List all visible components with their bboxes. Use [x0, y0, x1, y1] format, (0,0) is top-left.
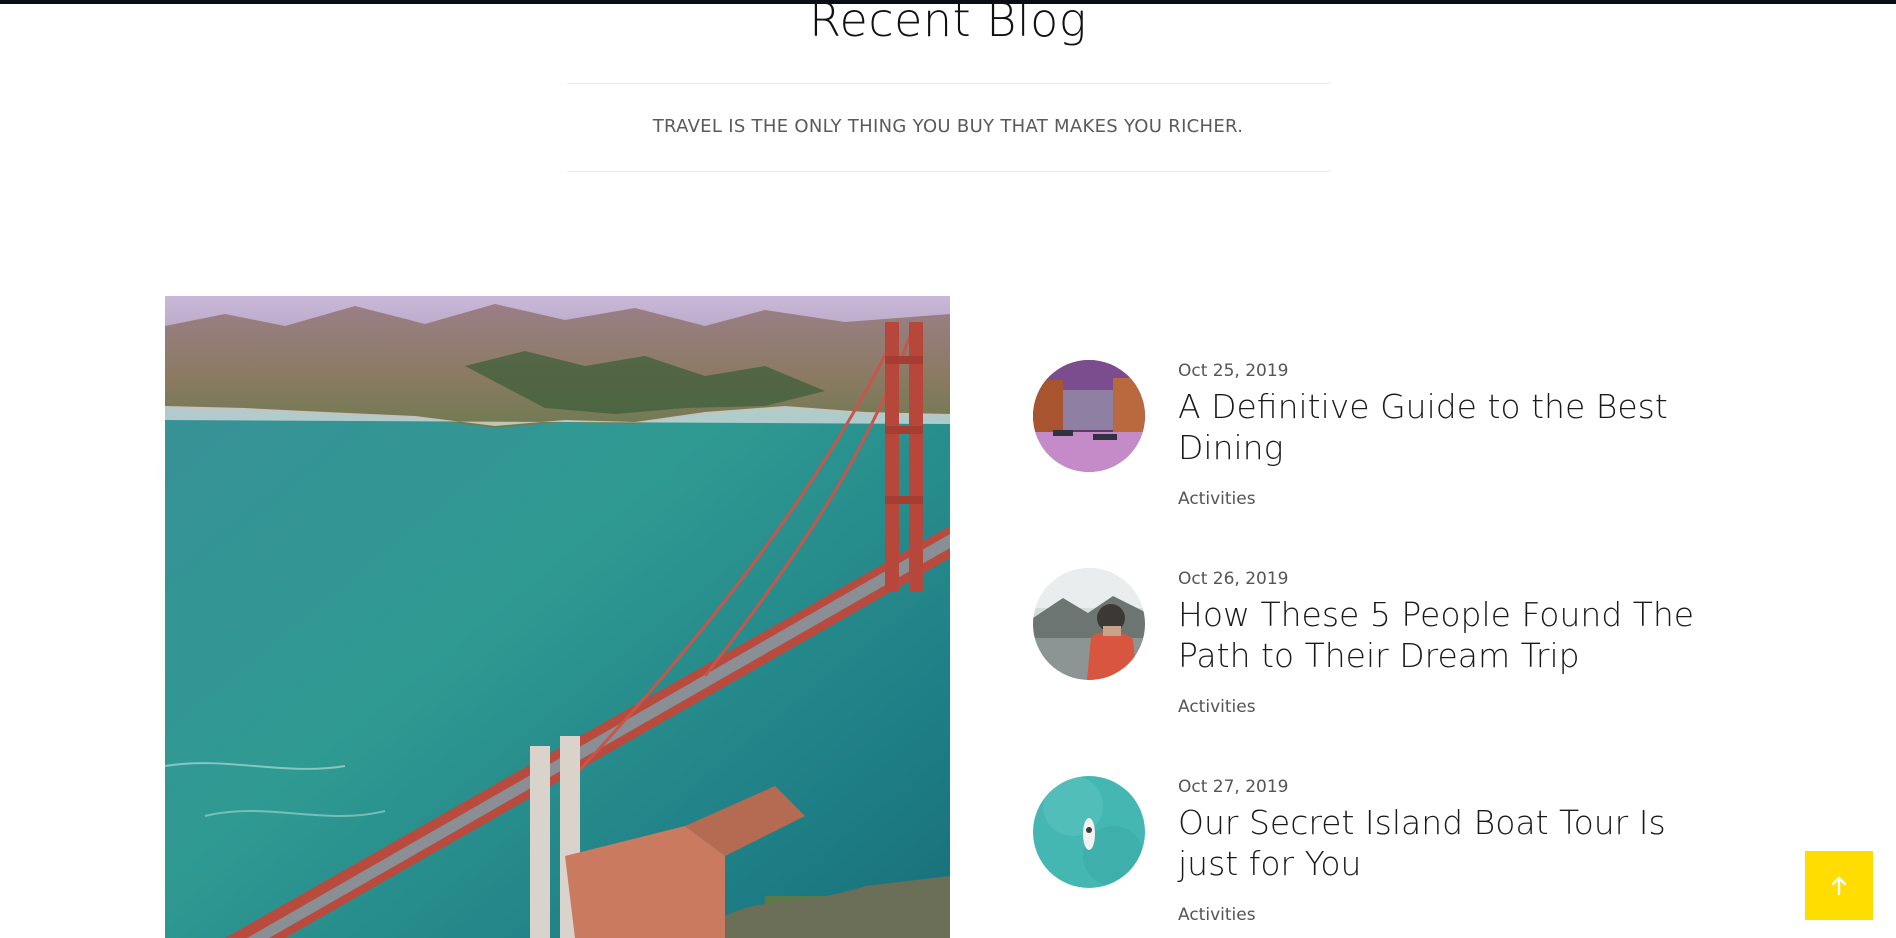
post-date: Oct 26, 2019	[1178, 569, 1289, 589]
post-category-link[interactable]: Activities	[1178, 696, 1256, 718]
post-title: A Definitive Guide to the Best Dining	[1178, 386, 1698, 468]
golden-gate-bridge-photo	[165, 296, 950, 938]
arrow-up-icon	[1831, 876, 1847, 895]
post-date: Oct 27, 2019	[1178, 777, 1289, 797]
page: Recent Blog TRAVEL IS THE ONLY THING YOU…	[0, 0, 1896, 938]
back-to-top-button[interactable]	[1805, 851, 1873, 920]
section-title: Recent Blog	[809, 0, 1087, 47]
boat-sea-thumbnail	[1033, 776, 1145, 888]
section-tagline: TRAVEL IS THE ONLY THING YOU BUY THAT MA…	[652, 116, 1244, 137]
divider-top	[567, 83, 1331, 84]
post-thumbnail[interactable]	[1033, 776, 1145, 888]
post-thumbnail[interactable]	[1033, 360, 1145, 472]
post-category-link[interactable]: Activities	[1178, 904, 1256, 926]
post-title-link[interactable]: Our Secret Island Boat Tour Is just for …	[1178, 803, 1666, 883]
post-thumbnail[interactable]	[1033, 568, 1145, 680]
post-title-link[interactable]: How These 5 People Found The Path to The…	[1178, 595, 1694, 675]
divider-bottom	[567, 171, 1331, 172]
post-date: Oct 25, 2019	[1178, 361, 1289, 381]
post-title-link[interactable]: A Definitive Guide to the Best Dining	[1178, 387, 1668, 467]
featured-post-image[interactable]	[165, 296, 950, 938]
venice-canal-thumbnail	[1033, 360, 1145, 472]
post-title: Our Secret Island Boat Tour Is just for …	[1178, 802, 1698, 884]
post-title: How These 5 People Found The Path to The…	[1178, 594, 1698, 676]
traveler-lake-thumbnail	[1033, 568, 1145, 680]
post-category-link[interactable]: Activities	[1178, 488, 1256, 510]
